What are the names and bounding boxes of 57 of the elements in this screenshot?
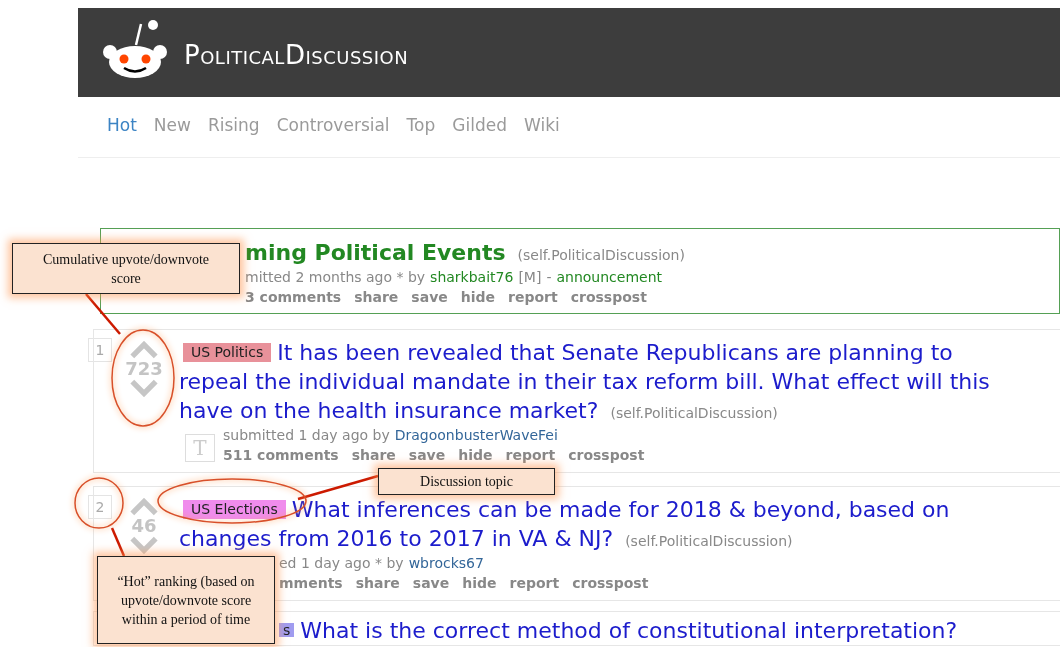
post-action-link[interactable]: 3 comments — [245, 288, 342, 307]
sort-tab[interactable]: Hot — [107, 115, 137, 157]
subreddit-title[interactable]: PoliticalDiscussion — [184, 39, 409, 70]
downvote-icon[interactable] — [127, 379, 161, 397]
separator-text: - — [546, 268, 552, 287]
vote-score: 723 — [125, 359, 163, 379]
post-action-link[interactable]: crosspost — [568, 446, 645, 465]
post-title-link[interactable]: ming Political Events (self.PoliticalDiscussion) — [245, 238, 685, 267]
leader-line — [85, 293, 121, 335]
leader-line — [110, 527, 126, 557]
post-title-link[interactable]: US Politics It has been revealed that Senate Republicans are planning to repeal the individual mandate in their tax reform bill. What effect will this have on the health insurance market? (self.PoliticalDiscussion) — [179, 338, 1020, 425]
domain-label[interactable]: (self.PoliticalDiscussion) — [610, 405, 778, 421]
domain-label[interactable]: (self.PoliticalDiscussion) — [625, 533, 793, 549]
submitted-text: mitted 2 months ago * by — [245, 268, 426, 287]
post-action-link[interactable]: report — [509, 574, 560, 593]
post-action-link[interactable]: mments — [279, 574, 343, 593]
post-action-link[interactable]: 511 comments — [223, 446, 339, 465]
post-action-link[interactable]: hide — [458, 446, 493, 465]
post-action-link[interactable]: share — [351, 446, 396, 465]
post-action-link[interactable]: crosspost — [570, 288, 647, 307]
post-action-link[interactable]: save — [412, 574, 450, 593]
post-action-link[interactable]: save — [411, 288, 448, 307]
author-link[interactable]: DragoonbusterWaveFei — [394, 425, 558, 446]
submitted-text: ed 1 day ago * by — [279, 554, 404, 573]
post-action-link[interactable]: save — [408, 446, 446, 465]
post-action-link[interactable]: share — [355, 574, 400, 593]
post-action-link[interactable]: hide — [460, 288, 496, 307]
sort-tab[interactable]: Controversial — [276, 115, 390, 157]
annotation-callout: Cumulative upvote/downvote score — [12, 243, 240, 294]
post-title-link[interactable]: US Elections What inferences can be made for 2018 & beyond, based on changes from 2016 to 2017 in VA & NJ? (self.PoliticalDiscussion) — [179, 495, 1020, 553]
distinguished-tag: announcement — [556, 267, 663, 288]
flair-tag[interactable]: s — [279, 623, 295, 637]
post-action-link[interactable]: hide — [462, 574, 497, 593]
flair-tag[interactable]: US Elections — [183, 500, 286, 519]
moderator-tag: [M] — [518, 267, 542, 288]
post-action-link[interactable]: share — [354, 288, 399, 307]
submitted-text: submitted 1 day ago by — [223, 426, 390, 445]
flair-tag[interactable]: US Politics — [183, 343, 272, 362]
annotation-callout: Discussion topic — [378, 468, 555, 495]
rank-number: 2 — [88, 495, 112, 519]
sort-tab[interactable]: Wiki — [523, 115, 560, 157]
annotation-callout: “Hot” ranking (based on upvote/downvote score within a period of time — [97, 556, 275, 644]
post-action-link[interactable]: report — [508, 288, 558, 307]
rank-number: 1 — [88, 338, 112, 362]
highlight-ellipse — [74, 477, 124, 529]
downvote-icon[interactable] — [127, 536, 161, 554]
author-link[interactable]: wbrocks67 — [408, 553, 484, 574]
author-link[interactable]: sharkbait76 — [430, 267, 514, 288]
sort-tab[interactable]: Top — [406, 115, 436, 157]
post-action-link[interactable]: crosspost — [572, 574, 649, 593]
sort-tab[interactable]: Rising — [207, 115, 260, 157]
sort-tab[interactable]: Gilded — [452, 115, 507, 157]
post-action-link[interactable]: report — [505, 446, 556, 465]
vote-score: 46 — [131, 516, 157, 536]
domain-label[interactable]: (self.PoliticalDiscussion) — [517, 247, 685, 263]
sort-tab[interactable]: New — [153, 115, 191, 157]
post-title-link[interactable]: s What is the correct method of constitutional interpretation? — [279, 616, 958, 645]
